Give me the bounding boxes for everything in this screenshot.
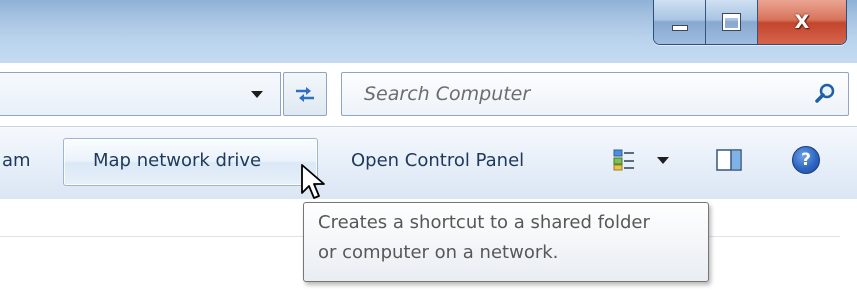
- title-bar: X: [0, 0, 857, 63]
- search-icon[interactable]: [814, 82, 836, 104]
- minimize-button[interactable]: [654, 0, 706, 44]
- maximize-icon: [722, 13, 741, 31]
- tooltip-line-1: Creates a shortcut to a shared folder: [318, 212, 650, 233]
- address-bar[interactable]: [0, 72, 281, 116]
- search-input[interactable]: Search Computer: [364, 83, 530, 105]
- tooltip-line-2: or computer on a network.: [318, 242, 559, 263]
- refresh-button[interactable]: [283, 72, 327, 116]
- change-view-icon[interactable]: [613, 149, 635, 171]
- views-dropdown-button[interactable]: [657, 157, 669, 164]
- tooltip: Creates a shortcut to a shared folder or…: [303, 202, 709, 282]
- search-box[interactable]: Search Computer: [341, 72, 849, 116]
- preview-pane-icon[interactable]: [716, 149, 742, 171]
- chevron-down-icon: [251, 90, 263, 98]
- refresh-arrows-icon: [296, 87, 314, 102]
- close-button[interactable]: X: [758, 0, 846, 44]
- maximize-button[interactable]: [706, 0, 758, 44]
- toolbar-item-truncated[interactable]: am: [2, 150, 31, 171]
- mouse-cursor-icon: [301, 164, 325, 199]
- help-icon[interactable]: ?: [792, 146, 820, 174]
- close-icon: X: [794, 11, 810, 33]
- caption-buttons: X: [653, 0, 847, 45]
- help-glyph: ?: [801, 150, 811, 170]
- address-history-dropdown[interactable]: [244, 83, 270, 105]
- chevron-down-icon: [657, 157, 669, 164]
- minimize-icon: [671, 25, 688, 31]
- open-control-panel-button[interactable]: Open Control Panel: [351, 150, 524, 171]
- map-network-drive-label[interactable]: Map network drive: [93, 150, 261, 171]
